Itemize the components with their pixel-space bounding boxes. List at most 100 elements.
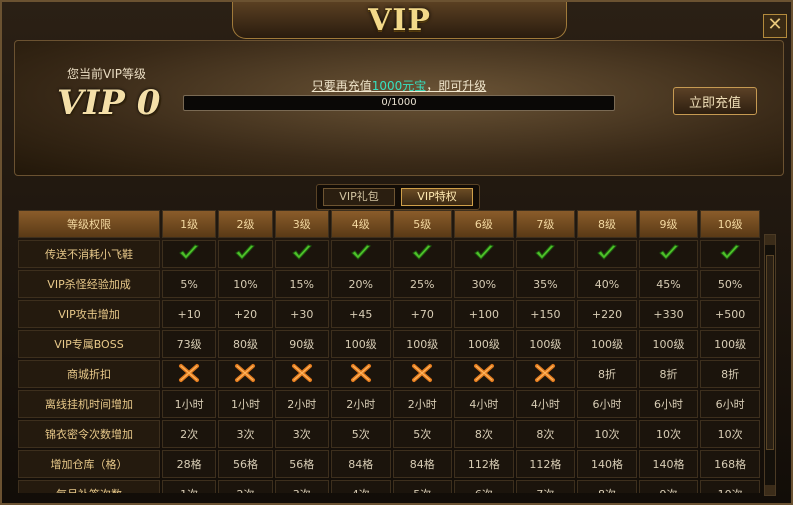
tab-vip-gift[interactable]: VIP礼包 (323, 188, 395, 206)
table-row: 传送不消耗小飞鞋 (18, 240, 760, 268)
table-cell: 56格 (274, 450, 329, 478)
level-header: 2级 (218, 210, 273, 238)
table-cell (218, 240, 273, 268)
table-row: 每月补签次数1次2次3次4次5次6次7次8次9次10次 (18, 480, 760, 493)
privilege-name: VIP杀怪经验加成 (18, 270, 160, 298)
table-cell: 8次 (577, 480, 637, 493)
table-cell: 4小时 (454, 390, 514, 418)
vip-window: VIP ✕ 您当前VIP等级 VIP 0 只要再充值1000元宝，即可升级 0/… (0, 0, 793, 505)
table-cell: 8折 (638, 360, 699, 388)
level-header: 9级 (638, 210, 699, 238)
table-cell: 168格 (700, 450, 760, 478)
scroll-up-arrow-icon[interactable] (765, 235, 775, 245)
close-button[interactable]: ✕ (763, 14, 787, 38)
table-cell (392, 240, 453, 268)
table-cell: 50% (700, 270, 760, 298)
table-cell: 10次 (638, 420, 699, 448)
progress-text: 0/1000 (381, 97, 417, 108)
table-cell: 100级 (454, 330, 514, 358)
cross-icon (534, 363, 556, 383)
table-cell: 35% (515, 270, 576, 298)
recharge-hint: 只要再充值1000元宝，即可升级 (15, 77, 783, 94)
recharge-suffix: ，即可升级 (426, 79, 487, 93)
table-cell: +500 (700, 300, 760, 328)
level-header: 3级 (274, 210, 329, 238)
table-cell: 56格 (218, 450, 273, 478)
table-row: VIP杀怪经验加成 5% 10% 15% 20% 25% 30% 35% 40% 45% 50% (18, 270, 760, 298)
cross-icon (234, 363, 256, 383)
table-cell: 100级 (515, 330, 576, 358)
level-header: 7级 (515, 210, 576, 238)
table-cell: 40% (577, 270, 637, 298)
table-cell: 7次 (515, 480, 576, 493)
table-cell (392, 360, 453, 388)
table-header-row: 等级权限 1级 2级 3级 4级 5级 6级 7级 8级 9级 10级 (18, 210, 760, 238)
checkmark-icon (350, 243, 372, 262)
table-cell (162, 240, 217, 268)
privilege-name: 增加仓库（格） (18, 450, 160, 478)
checkmark-icon (291, 243, 313, 262)
table-cell: 100级 (700, 330, 760, 358)
privilege-name: VIP专属BOSS (18, 330, 160, 358)
table-cell: 140格 (638, 450, 699, 478)
table-row: 商城折扣 8折 8折 8折 (18, 360, 760, 388)
privilege-table: 等级权限 1级 2级 3级 4级 5级 6级 7级 8级 9级 10级 传送不消耗小飞鞋 VIP杀怪… (16, 208, 762, 493)
table-cell: 5次 (392, 420, 453, 448)
table-cell (330, 240, 391, 268)
table-cell: 8次 (515, 420, 576, 448)
table-cell: 140格 (577, 450, 637, 478)
checkmark-icon (596, 243, 618, 262)
table-row: 离线挂机时间增加 1小时 1小时 2小时 2小时 2小时 4小时 4小时 6小时 6小时 6小时 (18, 390, 760, 418)
table-cell (700, 240, 760, 268)
table-cell: 30% (454, 270, 514, 298)
table-cell: 84格 (330, 450, 391, 478)
scroll-down-arrow-icon[interactable] (765, 485, 775, 495)
table-cell: 1次 (162, 480, 217, 493)
table-row: 锦衣密令次数增加 2次 3次 3次 5次 5次 8次 8次 10次 10次 10次 (18, 420, 760, 448)
scroll-thumb[interactable] (766, 255, 774, 450)
table-cell: +30 (274, 300, 329, 328)
privilege-name: 离线挂机时间增加 (18, 390, 160, 418)
table-cell (577, 240, 637, 268)
table-cell: 4小时 (515, 390, 576, 418)
table-cell: 5% (162, 270, 217, 298)
table-cell: +10 (162, 300, 217, 328)
table-cell (274, 240, 329, 268)
checkmark-icon (178, 243, 200, 262)
table-cell: 1小时 (162, 390, 217, 418)
cross-icon (411, 363, 433, 383)
cross-icon (178, 363, 200, 383)
cross-icon (473, 363, 495, 383)
table-cell: 84格 (392, 450, 453, 478)
table-cell: 112格 (454, 450, 514, 478)
table-cell: 73级 (162, 330, 217, 358)
level-header: 1级 (162, 210, 217, 238)
table-cell: 4次 (330, 480, 391, 493)
table-row: VIP专属BOSS 73级 80级 90级 100级 100级 100级 100级 100级 10… (18, 330, 760, 358)
table-cell: 112格 (515, 450, 576, 478)
table-cell: 100级 (392, 330, 453, 358)
recharge-now-button[interactable]: 立即充值 (673, 87, 757, 115)
corner-header: 等级权限 (18, 210, 160, 238)
table-cell: 28格 (162, 450, 217, 478)
table-cell: 90级 (274, 330, 329, 358)
tab-vip-privilege[interactable]: VIP特权 (401, 188, 473, 206)
table-cell: 6小时 (577, 390, 637, 418)
table-cell: 15% (274, 270, 329, 298)
table-row: VIP攻击增加 +10 +20 +30 +45 +70 +100 +150 +220 +330 +5… (18, 300, 760, 328)
recharge-prefix: 只要再充值 (311, 79, 372, 93)
table-cell: 2小时 (330, 390, 391, 418)
table-cell: +20 (218, 300, 273, 328)
table-scrollbar[interactable] (764, 234, 776, 496)
privilege-table-container: 等级权限 1级 2级 3级 4级 5级 6级 7级 8级 9级 10级 传送不消耗小飞鞋 VIP杀怪… (16, 208, 762, 493)
table-cell: 3次 (274, 420, 329, 448)
recharge-hint-link[interactable]: 只要再充值1000元宝，即可升级 (312, 79, 487, 93)
table-cell (454, 360, 514, 388)
table-cell: 6次 (454, 480, 514, 493)
table-cell (515, 360, 576, 388)
table-cell: +150 (515, 300, 576, 328)
table-cell: 10次 (700, 480, 760, 493)
level-header: 10级 (700, 210, 760, 238)
checkmark-icon (719, 243, 741, 262)
table-cell: 2次 (162, 420, 217, 448)
